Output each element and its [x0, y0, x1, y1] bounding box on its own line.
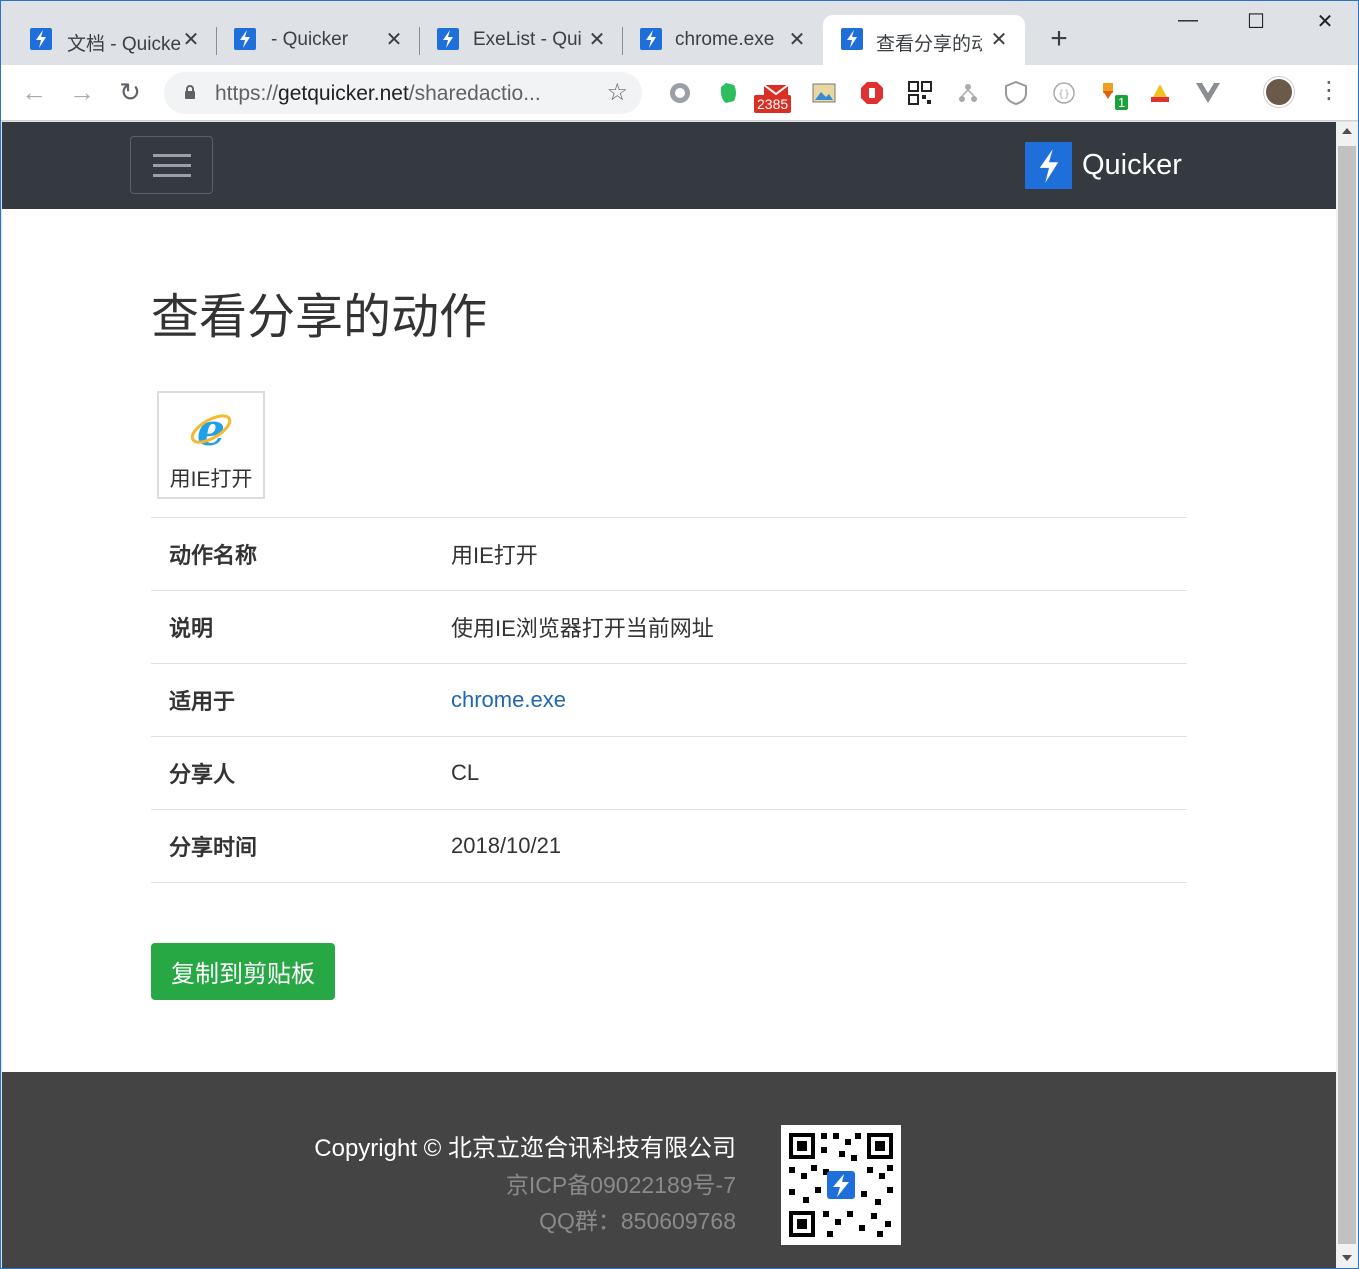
quicker-bolt-icon — [841, 28, 863, 50]
back-button[interactable]: ← — [19, 77, 49, 107]
url-text[interactable]: https://getquicker.net/sharedactio... — [215, 82, 595, 106]
minimize-button[interactable]: — — [1168, 9, 1208, 32]
site-navbar: Quicker — [2, 122, 1336, 209]
qr-code-icon[interactable] — [907, 80, 933, 106]
lock-icon — [185, 85, 195, 99]
tab-docs[interactable]: 文档 - Quicker ✕ — [1, 15, 217, 65]
table-row: 说明 使用IE浏览器打开当前网址 — [151, 590, 1187, 664]
tab-exelist[interactable]: ExeList - Quicker ✕ — [420, 15, 623, 65]
row-label: 分享时间 — [169, 835, 258, 860]
close-icon[interactable]: ✕ — [989, 27, 1009, 52]
vue-devtools-icon[interactable] — [1195, 80, 1221, 106]
pdf-icon[interactable] — [1147, 80, 1173, 106]
tab-title: chrome.exe — [675, 29, 775, 50]
tab-title: 查看分享的动作 — [876, 34, 982, 55]
bookmark-star-icon[interactable]: ☆ — [606, 78, 628, 107]
footer-qq-group: QQ群：850609768 — [539, 1208, 736, 1234]
scroll-up-arrow-icon[interactable] — [1342, 128, 1352, 134]
table-row: 动作名称 用IE打开 — [151, 517, 1187, 591]
adblock-icon[interactable] — [859, 80, 885, 106]
site-footer: Copyright © 北京立迩合讯科技有限公司 京ICP备09022189号-… — [2, 1072, 1336, 1268]
window-close-button[interactable]: ✕ — [1305, 9, 1345, 34]
footer-icp-link[interactable]: 京ICP备09022189号-7 — [506, 1166, 736, 1200]
row-value: chrome.exe — [451, 664, 1187, 737]
close-icon[interactable]: ✕ — [587, 27, 607, 52]
close-icon[interactable]: ✕ — [181, 27, 201, 52]
avatar[interactable] — [1264, 77, 1294, 107]
action-info-table: 动作名称 用IE打开 说明 使用IE浏览器打开当前网址 适用于 chrome.e… — [151, 517, 1187, 883]
quicker-bolt-icon — [30, 28, 52, 50]
tab-shared-action[interactable]: 查看分享的动作 ✕ — [823, 15, 1025, 65]
tab-strip: 文档 - Quicker ✕ - Quicker ✕ ExeList - Qui… — [1, 1, 1358, 65]
row-label: 动作名称 — [169, 543, 258, 568]
row-label: 适用于 — [169, 689, 236, 714]
row-label: 分享人 — [169, 762, 236, 787]
tab-title: 文档 - Quicker — [67, 34, 181, 55]
table-row: 分享人 CL — [151, 736, 1187, 810]
json-icon[interactable]: {} — [1051, 80, 1077, 106]
image-extension-icon[interactable] — [811, 80, 837, 106]
hamburger-menu-button[interactable] — [130, 136, 213, 194]
network-icon[interactable] — [955, 80, 981, 106]
page-viewport: Quicker 查看分享的动作 e 用IE打开 动作名称 用IE打开 说明 使用… — [2, 122, 1336, 1268]
reload-button[interactable]: ↻ — [115, 77, 145, 107]
maximize-button[interactable]: ☐ — [1236, 9, 1276, 34]
copy-to-clipboard-button[interactable]: 复制到剪贴板 — [151, 943, 335, 1000]
page-scrollbar[interactable] — [1336, 122, 1358, 1268]
quicker-bolt-icon — [234, 28, 256, 50]
new-tab-button[interactable]: + — [1045, 24, 1073, 54]
shield-icon[interactable] — [1003, 80, 1029, 106]
tab-title: - Quicker — [271, 29, 349, 50]
quicker-bolt-icon — [437, 28, 459, 50]
close-icon[interactable]: ✕ — [384, 27, 404, 52]
tab-chrome-exe[interactable]: chrome.exe ✕ — [623, 15, 823, 65]
row-value: 使用IE浏览器打开当前网址 — [451, 616, 714, 641]
scroll-down-arrow-icon[interactable] — [1342, 1255, 1352, 1261]
browser-window: 文档 - Quicker ✕ - Quicker ✕ ExeList - Qui… — [0, 0, 1359, 1269]
row-value: 2018/10/21 — [451, 833, 562, 858]
ie-browser-icon: e — [190, 407, 232, 451]
quicker-bolt-icon — [640, 28, 662, 50]
footer-copyright: Copyright © 北京立迩合讯科技有限公司 — [314, 1135, 736, 1162]
table-row: 适用于 chrome.exe — [151, 663, 1187, 737]
browser-menu-icon[interactable]: ⋮ — [1317, 79, 1341, 103]
mail-count-badge: 2385 — [754, 95, 792, 113]
record-extension-icon[interactable] — [667, 80, 693, 106]
page-title: 查看分享的动作 — [151, 291, 488, 344]
browser-toolbar: ← → ↻ https://getquicker.net/sharedactio… — [1, 65, 1358, 121]
close-icon[interactable]: ✕ — [787, 27, 807, 52]
address-bar[interactable]: https://getquicker.net/sharedactio... ☆ — [164, 72, 642, 114]
tab-quicker[interactable]: - Quicker ✕ — [217, 15, 420, 65]
table-row: 分享时间 2018/10/21 — [151, 809, 1187, 883]
action-tile[interactable]: e 用IE打开 — [157, 391, 265, 499]
evernote-icon[interactable] — [715, 80, 741, 106]
scrollbar-thumb[interactable] — [1338, 146, 1356, 1244]
row-label: 说明 — [169, 616, 214, 641]
svg-text:e: e — [197, 407, 225, 451]
site-brand[interactable]: Quicker — [1025, 142, 1182, 189]
row-value: CL — [451, 760, 480, 785]
action-tile-label: 用IE打开 — [169, 468, 253, 491]
forward-button[interactable]: → — [67, 77, 97, 107]
brand-name: Quicker — [1082, 149, 1182, 181]
svg-text:{}: {} — [1058, 89, 1070, 100]
qr-code-image — [781, 1125, 901, 1245]
tab-title: ExeList - Quicker — [473, 29, 581, 50]
row-value: 用IE打开 — [451, 543, 538, 568]
applicable-exe-link[interactable]: chrome.exe — [451, 687, 566, 712]
quicker-logo-icon — [1025, 142, 1072, 189]
download-count-badge: 1 — [1115, 95, 1129, 110]
